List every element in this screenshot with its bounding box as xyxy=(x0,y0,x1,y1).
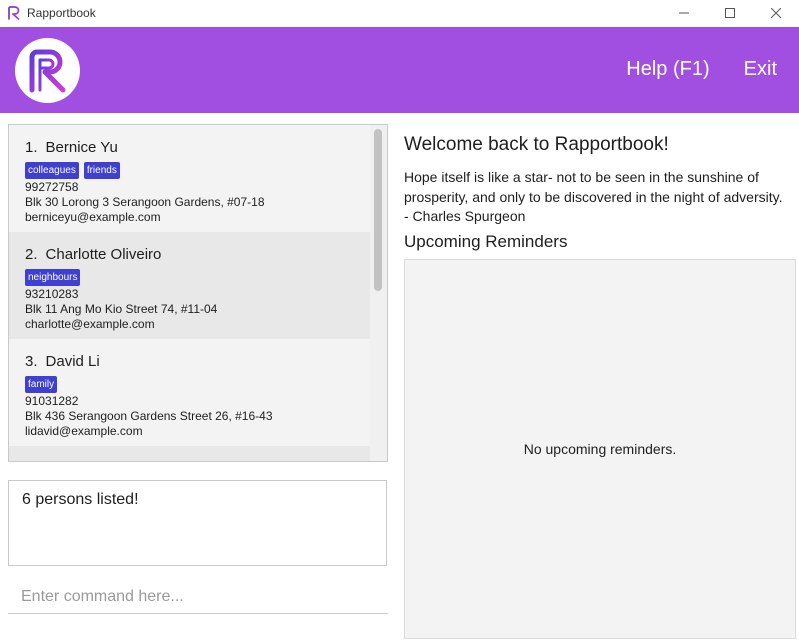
person-name-row: 2. Charlotte Oliveiro xyxy=(25,246,371,263)
help-menu-button[interactable]: Help (F1) xyxy=(626,58,709,81)
app-header: Help (F1) Exit xyxy=(0,27,799,113)
person-card[interactable] xyxy=(9,446,371,461)
reminders-empty-message: No upcoming reminders. xyxy=(523,441,677,457)
person-phone: 99272758 xyxy=(25,180,79,194)
person-name-row: 1. Bernice Yu xyxy=(25,139,371,156)
minimize-icon xyxy=(679,12,689,14)
person-email: lidavid@example.com xyxy=(25,424,143,438)
person-index: 3. xyxy=(25,353,38,370)
result-text: 6 persons listed! xyxy=(22,491,139,508)
reminders-panel: No upcoming reminders. xyxy=(404,259,796,639)
person-tags: family xyxy=(25,376,371,393)
person-card[interactable]: 2. Charlotte Oliveiro neighbours 9321028… xyxy=(9,232,371,339)
person-index: 1. xyxy=(25,139,38,156)
person-email: charlotte@example.com xyxy=(25,317,155,331)
scrollbar-thumb[interactable] xyxy=(374,129,382,291)
window-title: Rapportbook xyxy=(27,6,96,20)
person-phone: 93210283 xyxy=(25,287,79,301)
close-icon xyxy=(771,8,781,18)
person-address: Blk 436 Serangoon Gardens Street 26, #16… xyxy=(25,409,273,423)
close-button[interactable] xyxy=(753,0,799,26)
person-list-scrollbar[interactable] xyxy=(370,125,387,461)
welcome-heading: Welcome back to Rapportbook! xyxy=(404,134,669,155)
person-card[interactable]: 1. Bernice Yu colleagues friends 9927275… xyxy=(9,125,371,232)
header-menu: Help (F1) Exit xyxy=(626,58,777,81)
tag-badge: colleagues xyxy=(25,162,79,179)
person-name: Bernice Yu xyxy=(45,139,118,156)
exit-menu-button[interactable]: Exit xyxy=(744,58,777,81)
tag-badge: neighbours xyxy=(25,269,81,286)
person-index: 2. xyxy=(25,246,38,263)
result-display: 6 persons listed! xyxy=(8,480,387,566)
tag-badge: family xyxy=(25,376,58,393)
person-name: Charlotte Oliveiro xyxy=(45,246,162,263)
person-card[interactable]: 3. David Li family 91031282 Blk 436 Sera… xyxy=(9,339,371,446)
app-logo-icon xyxy=(8,6,20,20)
rapportbook-logo-icon xyxy=(29,49,65,92)
person-tags: neighbours xyxy=(25,269,371,286)
maximize-icon xyxy=(725,8,735,18)
reminders-title: Upcoming Reminders xyxy=(404,232,568,251)
person-name-row: 3. David Li xyxy=(25,353,371,370)
person-email: berniceyu@example.com xyxy=(25,210,161,224)
person-name: David Li xyxy=(45,353,100,370)
window-controls xyxy=(661,0,799,26)
quote-text: Hope itself is like a star- not to be se… xyxy=(404,169,783,224)
person-tags: colleagues friends xyxy=(25,162,371,179)
tag-badge: friends xyxy=(83,162,120,179)
command-input[interactable] xyxy=(8,580,388,614)
window-titlebar: Rapportbook xyxy=(0,0,799,26)
person-phone: 91031282 xyxy=(25,394,79,408)
person-address: Blk 30 Lorong 3 Serangoon Gardens, #07-1… xyxy=(25,195,265,209)
person-list[interactable]: 1. Bernice Yu colleagues friends 9927275… xyxy=(8,124,388,462)
maximize-button[interactable] xyxy=(707,0,753,26)
minimize-button[interactable] xyxy=(661,0,707,26)
person-address: Blk 11 Ang Mo Kio Street 74, #11-04 xyxy=(25,302,218,316)
app-logo xyxy=(15,38,80,103)
